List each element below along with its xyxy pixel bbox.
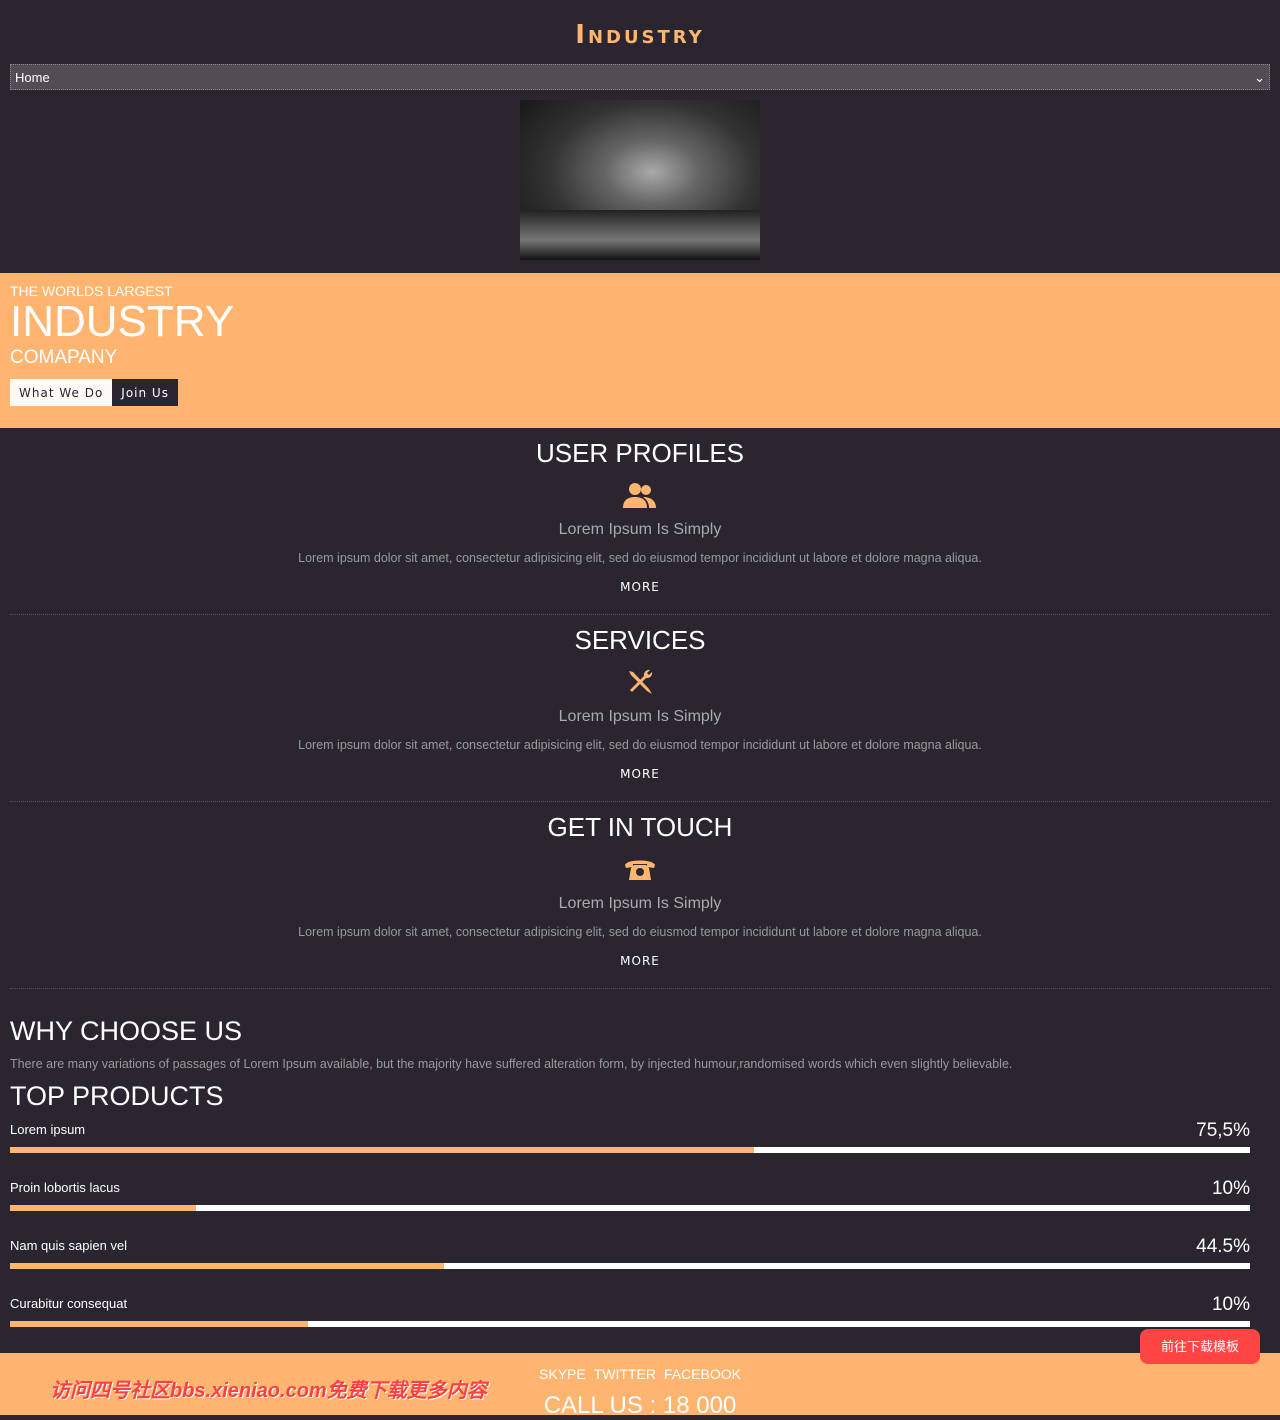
more-link[interactable]: MORE <box>620 954 660 968</box>
chevron-down-icon: ⌄ <box>1254 70 1265 85</box>
progress-fill <box>10 1205 196 1211</box>
section-text: Lorem ipsum dolor sit amet, consectetur … <box>298 738 982 752</box>
product-label: Curabitur consequat <box>10 1296 128 1311</box>
download-template-button[interactable]: 前往下载模板 <box>1140 1329 1260 1364</box>
product-bar: Nam quis sapien vel 44.5% <box>10 1236 1250 1294</box>
product-bar: Proin lobortis lacus 10% <box>10 1178 1250 1236</box>
products-title: TOP PRODUCTS <box>10 1081 224 1111</box>
product-label: Lorem ipsum <box>10 1122 86 1137</box>
phone-icon <box>10 849 1270 889</box>
social-link-skype[interactable]: SKYPE <box>539 1366 586 1382</box>
why-text: There are many variations of passages of… <box>10 1057 1013 1071</box>
section-subtitle: Lorem Ipsum Is Simply <box>558 521 722 538</box>
product-percent: 10% <box>1211 1178 1250 1199</box>
tools-icon <box>10 662 1270 702</box>
site-logo[interactable]: Industry <box>0 20 1280 50</box>
product-percent: 75,5% <box>1196 1120 1250 1141</box>
section-subtitle: Lorem Ipsum Is Simply <box>558 895 722 912</box>
section-title: GET IN TOUCH <box>547 812 733 842</box>
social-link-facebook[interactable]: FACEBOOK <box>664 1366 741 1382</box>
progress-track <box>10 1321 1250 1327</box>
product-label: Nam quis sapien vel <box>10 1238 128 1253</box>
banner-title: INDUSTRY <box>10 297 235 346</box>
section-subtitle: Lorem Ipsum Is Simply <box>558 708 722 725</box>
section-users: USER PROFILES Lorem Ipsum Is Simply Lore… <box>10 428 1270 615</box>
nav-selected: Home <box>15 70 50 85</box>
product-bar: Curabitur consequat 10% <box>10 1294 1250 1352</box>
more-link[interactable]: MORE <box>620 580 660 594</box>
section-title: USER PROFILES <box>535 438 745 468</box>
hero-banner: THE WORLDS LARGEST INDUSTRY COMAPANY Wha… <box>0 273 1280 428</box>
nav-select[interactable]: Home ⌄ <box>10 64 1270 90</box>
section-text: Lorem ipsum dolor sit amet, consectetur … <box>298 925 982 939</box>
users-icon <box>10 475 1270 515</box>
social-link-twitter[interactable]: TWITTER <box>594 1366 656 1382</box>
product-percent: 10% <box>1211 1294 1250 1315</box>
what-we-do-button[interactable]: What We Do <box>10 379 113 406</box>
section-text: Lorem ipsum dolor sit amet, consectetur … <box>298 551 982 565</box>
product-label: Proin lobortis lacus <box>10 1180 120 1195</box>
why-choose-us: WHY CHOOSE US There are many variations … <box>10 1016 1250 1352</box>
more-link[interactable]: MORE <box>620 767 660 781</box>
section-title: SERVICES <box>574 625 706 655</box>
section-phone: GET IN TOUCH Lorem Ipsum Is Simply Lorem… <box>10 802 1270 989</box>
watermark: 访问四号社区bbs.xieniao.com免费下载更多内容 <box>50 1380 487 1402</box>
product-percent: 44.5% <box>1196 1236 1250 1257</box>
section-tools: SERVICES Lorem Ipsum Is Simply Lorem ips… <box>10 615 1270 802</box>
progress-fill <box>10 1321 308 1327</box>
progress-track <box>10 1263 1250 1269</box>
hero-image <box>520 100 760 260</box>
progress-fill <box>10 1263 444 1269</box>
join-us-button[interactable]: Join Us <box>112 379 178 406</box>
progress-fill <box>10 1147 754 1153</box>
progress-track <box>10 1205 1250 1211</box>
progress-track <box>10 1147 1250 1153</box>
why-title: WHY CHOOSE US <box>10 1016 243 1046</box>
product-bar: Lorem ipsum 75,5% <box>10 1120 1250 1178</box>
banner-subtitle: COMAPANY <box>10 347 118 368</box>
